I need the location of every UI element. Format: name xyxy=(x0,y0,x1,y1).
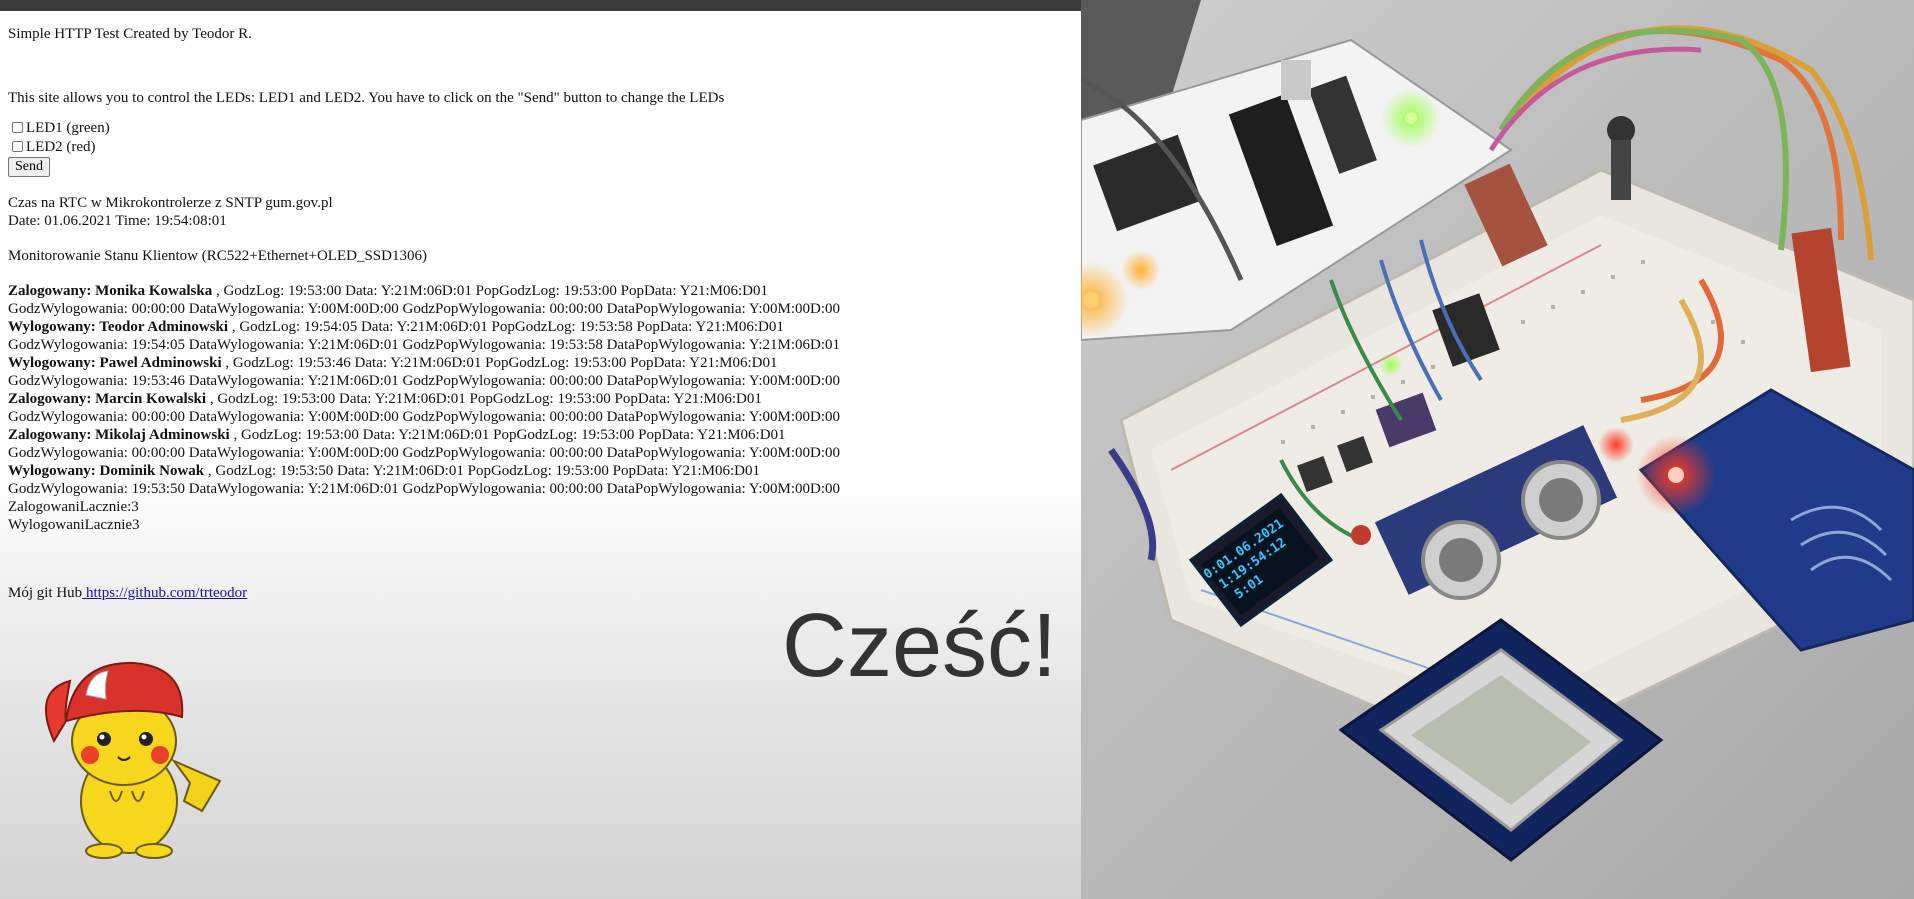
client-login-info: , GodzLog: 19:54:05 Data: Y:21M:06D:01 P… xyxy=(228,319,784,335)
git-label: Mój git Hub xyxy=(8,585,83,601)
rtc-datetime: Date: 01.06.2021 Time: 19:54:08:01 xyxy=(8,213,227,229)
client-status-name: Zalogowany: Mikolaj Adminowski xyxy=(8,427,230,443)
client-logout-info: GodzWylogowania: 19:53:46 DataWylogowani… xyxy=(8,373,840,389)
page-description: This site allows you to control the LEDs… xyxy=(8,90,725,106)
greeting-overlay: Cześć! xyxy=(782,596,1058,696)
led-form: LED1 (green) LED2 (red) Send xyxy=(8,118,1068,177)
log-entry: Zalogowany: Monika Kowalska , GodzLog: 1… xyxy=(8,282,1068,300)
breadboard-photo: 0:01.06.2021 1:19:54:12 5:01 xyxy=(1081,0,1914,862)
log-entry: Zalogowany: Marcin Kowalski , GodzLog: 1… xyxy=(8,390,1068,408)
page-content: Simple HTTP Test Created by Teodor R. Th… xyxy=(8,25,1068,602)
github-link[interactable]: https://github.com/trteodor xyxy=(82,585,247,601)
client-status-name: Zalogowany: Monika Kowalska xyxy=(8,283,213,299)
log-entry: Zalogowany: Mikolaj Adminowski , GodzLog… xyxy=(8,426,1068,444)
log-entry: Wylogowany: Pawel Adminowski , GodzLog: … xyxy=(8,354,1068,372)
hardware-photo-panel: 0:01.06.2021 1:19:54:12 5:01 xyxy=(1081,0,1914,899)
monitor-title: Monitorowanie Stanu Klientow (RC522+Ethe… xyxy=(8,248,427,264)
client-logout-info: GodzWylogowania: 00:00:00 DataWylogowani… xyxy=(8,301,840,317)
client-log: Zalogowany: Monika Kowalska , GodzLog: 1… xyxy=(8,282,1068,534)
led1-checkbox[interactable] xyxy=(12,122,23,133)
page-heading: Simple HTTP Test Created by Teodor R. xyxy=(8,26,252,42)
led2-row: LED2 (red) xyxy=(8,137,1068,156)
led1-label: LED1 (green) xyxy=(26,119,110,136)
client-login-info: , GodzLog: 19:53:00 Data: Y:21M:06D:01 P… xyxy=(229,427,786,443)
client-status-name: Wylogowany: Teodor Adminowski xyxy=(8,319,229,335)
send-button[interactable]: Send xyxy=(8,157,50,177)
rtc-title: Czas na RTC w Mikrokontrolerze z SNTP gu… xyxy=(8,195,333,211)
client-logout-info: GodzWylogowania: 19:54:05 DataWylogowani… xyxy=(8,337,840,353)
total-logged-out: WylogowaniLacznie3 xyxy=(8,517,140,533)
pikachu-mascot-icon xyxy=(45,661,222,859)
client-logout-info: GodzWylogowania: 00:00:00 DataWylogowani… xyxy=(8,445,840,461)
client-logout-info: GodzWylogowania: 19:53:50 DataWylogowani… xyxy=(8,481,840,497)
client-logout-info: GodzWylogowania: 00:00:00 DataWylogowani… xyxy=(8,409,840,425)
total-logged-in: ZalogowaniLacznie:3 xyxy=(8,499,139,515)
client-login-info: , GodzLog: 19:53:00 Data: Y:21M:06D:01 P… xyxy=(206,391,762,407)
log-entry: Wylogowany: Teodor Adminowski , GodzLog:… xyxy=(8,318,1068,336)
client-login-info: , GodzLog: 19:53:00 Data: Y:21M:06D:01 P… xyxy=(212,283,769,299)
led2-checkbox[interactable] xyxy=(12,141,23,152)
client-status-name: Wylogowany: Pawel Adminowski xyxy=(8,355,222,371)
client-login-info: , GodzLog: 19:53:46 Data: Y:21M:06D:01 P… xyxy=(221,355,778,371)
client-status-name: Zalogowany: Marcin Kowalski xyxy=(8,391,207,407)
web-page-panel: Simple HTTP Test Created by Teodor R. Th… xyxy=(0,11,1081,899)
client-status-name: Wylogowany: Dominik Nowak xyxy=(8,463,205,479)
log-entry: Wylogowany: Dominik Nowak , GodzLog: 19:… xyxy=(8,462,1068,480)
led2-label: LED2 (red) xyxy=(26,138,96,155)
led1-row: LED1 (green) xyxy=(8,118,1068,137)
client-login-info: , GodzLog: 19:53:50 Data: Y:21M:06D:01 P… xyxy=(204,463,760,479)
